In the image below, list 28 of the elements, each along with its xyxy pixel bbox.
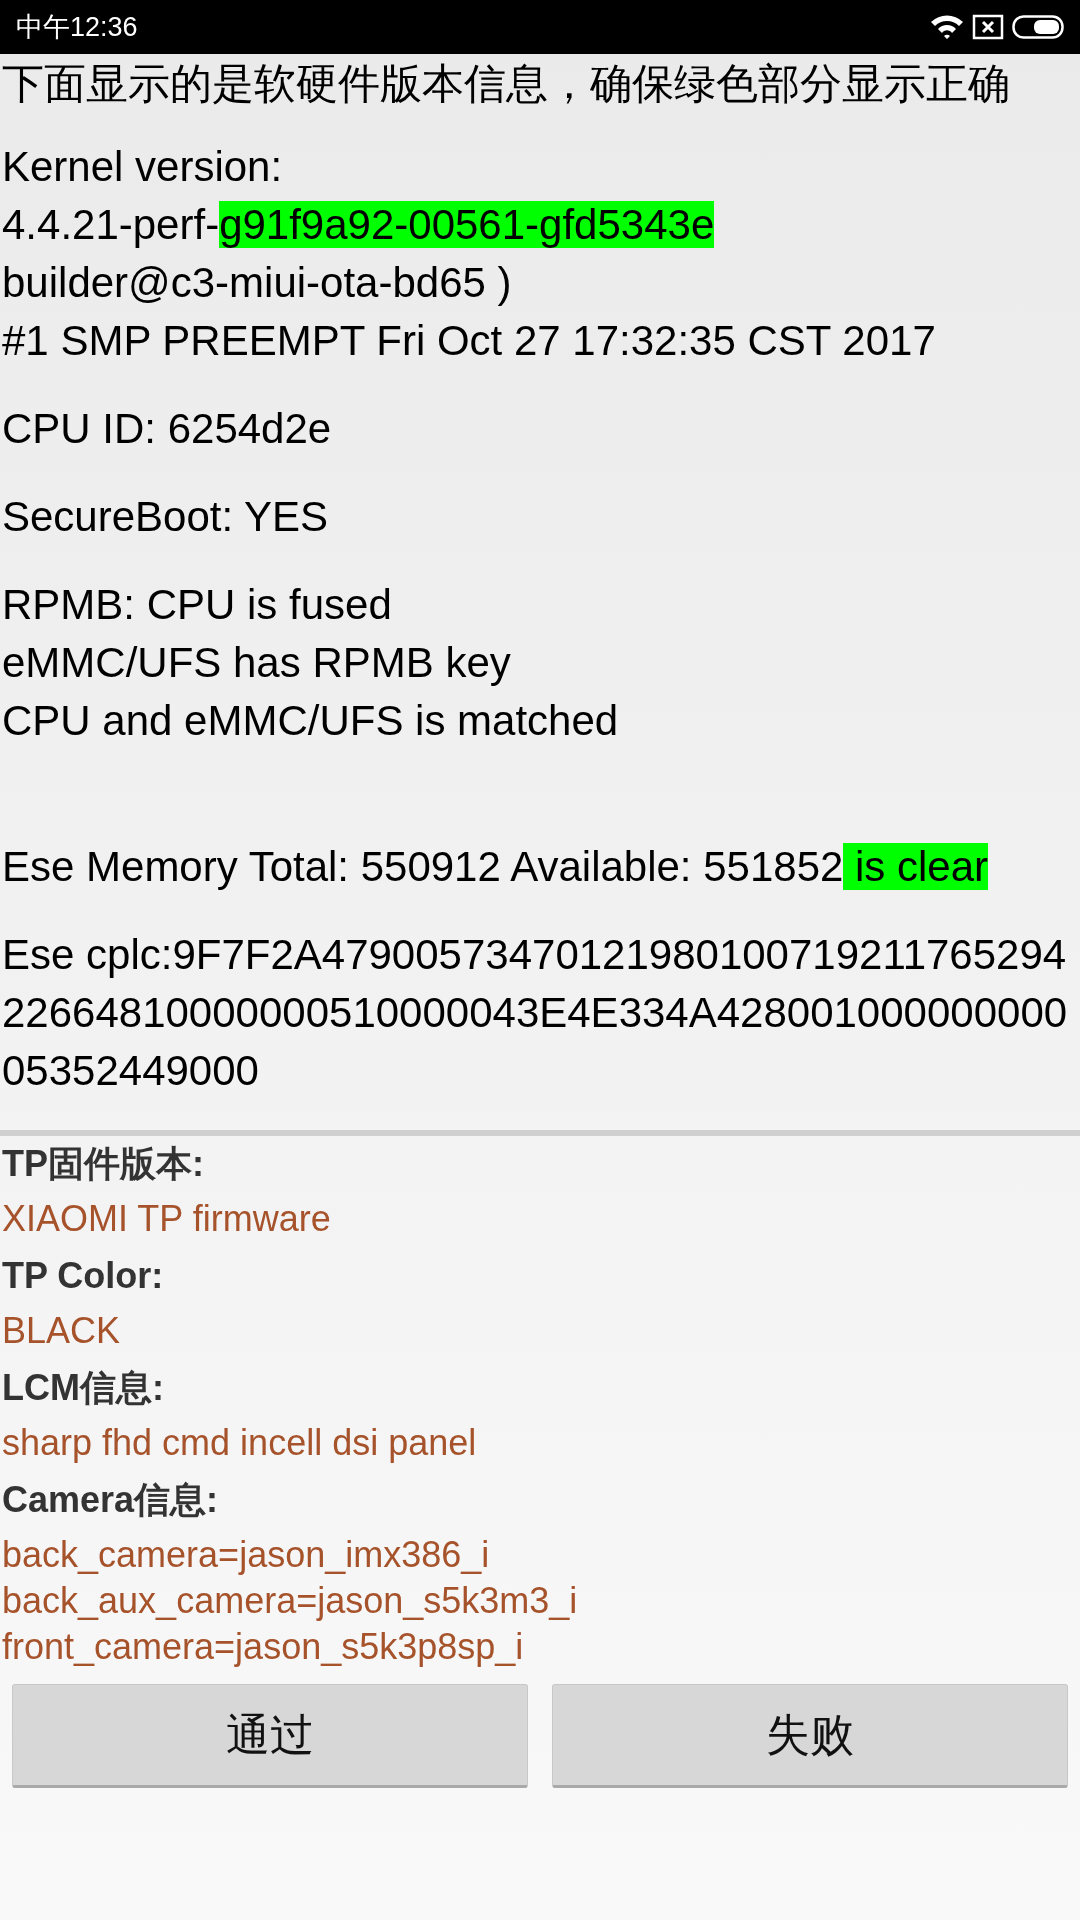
wifi-icon bbox=[930, 14, 964, 40]
field-value: BLACK bbox=[2, 1309, 122, 1353]
fail-button[interactable]: 失败 bbox=[552, 1684, 1068, 1788]
info-line: CPU ID: 6254d2e bbox=[2, 404, 333, 454]
info-line: 4.4.21-perf-g91f9a92-00561-gfd5343e bbox=[2, 200, 716, 250]
field-value: back_aux_camera=jason_s5k3m3_i bbox=[2, 1579, 579, 1623]
field-value: XIAOMI TP firmware bbox=[2, 1197, 332, 1241]
info-line: Kernel version: bbox=[2, 142, 284, 192]
info-line: RPMB: CPU is fused bbox=[2, 580, 393, 630]
pass-button[interactable]: 通过 bbox=[12, 1684, 528, 1788]
field-value: back_camera=jason_imx386_i bbox=[2, 1533, 491, 1577]
field-label: TP固件版本: bbox=[2, 1142, 205, 1186]
info-line: builder@c3-miui-ota-bd65 ) bbox=[2, 258, 513, 308]
field-label: LCM信息: bbox=[2, 1366, 165, 1410]
battery-icon bbox=[1012, 15, 1066, 39]
field-label: TP Color: bbox=[2, 1254, 165, 1298]
info-line: eMMC/UFS has RPMB key bbox=[2, 638, 512, 688]
sim-icon bbox=[972, 14, 1004, 40]
status-time: 中午12:36 bbox=[16, 10, 138, 44]
field-value: front_camera=jason_s5k3p8sp_i bbox=[2, 1625, 525, 1669]
info-line: Ese cplc:9F7F2A4790057347012198010071921176529422664810000000510000043E4E334A42800100000000005352449000 bbox=[2, 930, 1069, 1096]
instruction-text: 下面显示的是软硬件版本信息，确保绿色部分显示正确 bbox=[2, 59, 1011, 109]
field-value: sharp fhd cmd incell dsi panel bbox=[2, 1421, 478, 1465]
info-line: SecureBoot: YES bbox=[2, 492, 330, 542]
info-line: CPU and eMMC/UFS is matched bbox=[2, 696, 620, 746]
field-label: Camera信息: bbox=[2, 1478, 220, 1522]
info-line: Ese Memory Total: 550912 Available: 551852 is clear bbox=[2, 842, 990, 892]
info-line: #1 SMP PREEMPT Fri Oct 27 17:32:35 CST 2017 bbox=[2, 316, 937, 366]
